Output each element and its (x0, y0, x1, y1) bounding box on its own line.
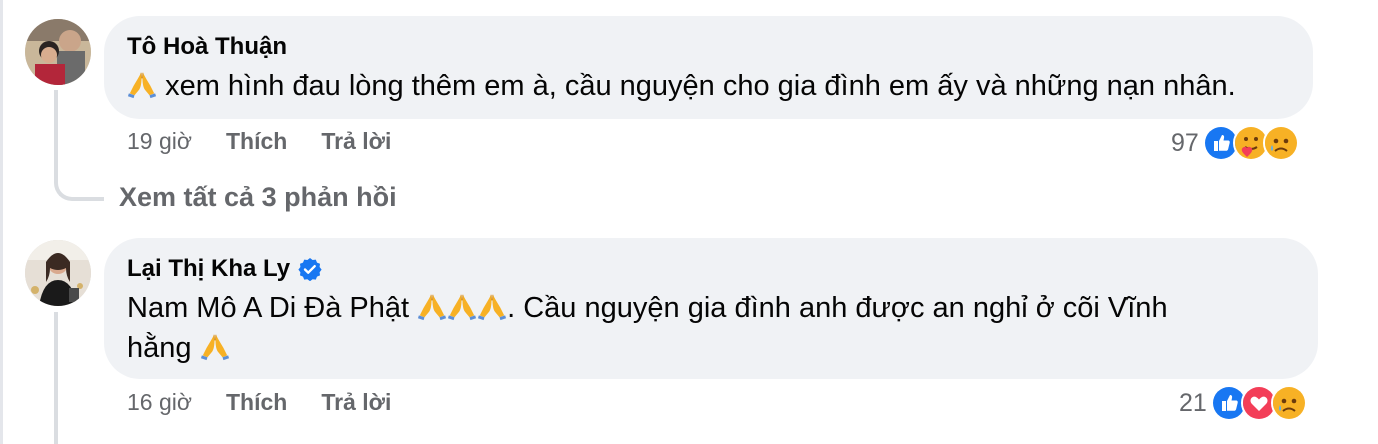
comment-time[interactable]: 19 giờ (127, 128, 192, 155)
reply-button[interactable]: Trả lời (321, 128, 391, 155)
reaction-summary[interactable]: 97 (1171, 125, 1299, 161)
comment-bubble: Lại Thị Kha Ly Nam Mô A Di Đà Phật . Cầu… (104, 238, 1318, 379)
folded-hands-icon (200, 331, 230, 361)
thread-line (54, 312, 58, 444)
avatar[interactable] (25, 19, 91, 85)
thread-connector (54, 154, 104, 201)
thread-line (54, 90, 58, 158)
comment-time[interactable]: 16 giờ (127, 389, 192, 416)
comment-bubble: Tô Hoà Thuận xem hình đau lòng thêm em à… (104, 16, 1313, 119)
like-button[interactable]: Thích (226, 128, 287, 155)
sad-icon (1262, 125, 1299, 161)
view-all-replies-link[interactable]: Xem tất cả 3 phản hồi (119, 182, 397, 213)
reaction-count: 97 (1171, 128, 1199, 157)
folded-hands-icon (127, 69, 157, 99)
reaction-count: 21 (1179, 388, 1207, 417)
comment-actions: 16 giờ Thích Trả lời (127, 389, 391, 416)
verified-badge-icon (298, 258, 322, 281)
comment-author[interactable]: Tô Hoà Thuận (127, 32, 1289, 62)
avatar[interactable] (25, 240, 91, 306)
folded-hands-icon (417, 291, 447, 321)
folded-hands-icon (477, 291, 507, 321)
sad-icon (1270, 385, 1307, 421)
reply-button[interactable]: Trả lời (321, 389, 391, 416)
page-edge (0, 0, 3, 444)
comment-actions: 19 giờ Thích Trả lời (127, 128, 391, 155)
comment-text: Nam Mô A Di Đà Phật . Cầu nguyện gia đìn… (127, 291, 1168, 364)
comment-text: xem hình đau lòng thêm em à, cầu nguyện … (127, 66, 1289, 106)
comment-author[interactable]: Lại Thị Kha Ly (127, 254, 1294, 284)
reaction-summary[interactable]: 21 (1179, 385, 1307, 421)
folded-hands-icon (447, 291, 477, 321)
like-button[interactable]: Thích (226, 389, 287, 416)
